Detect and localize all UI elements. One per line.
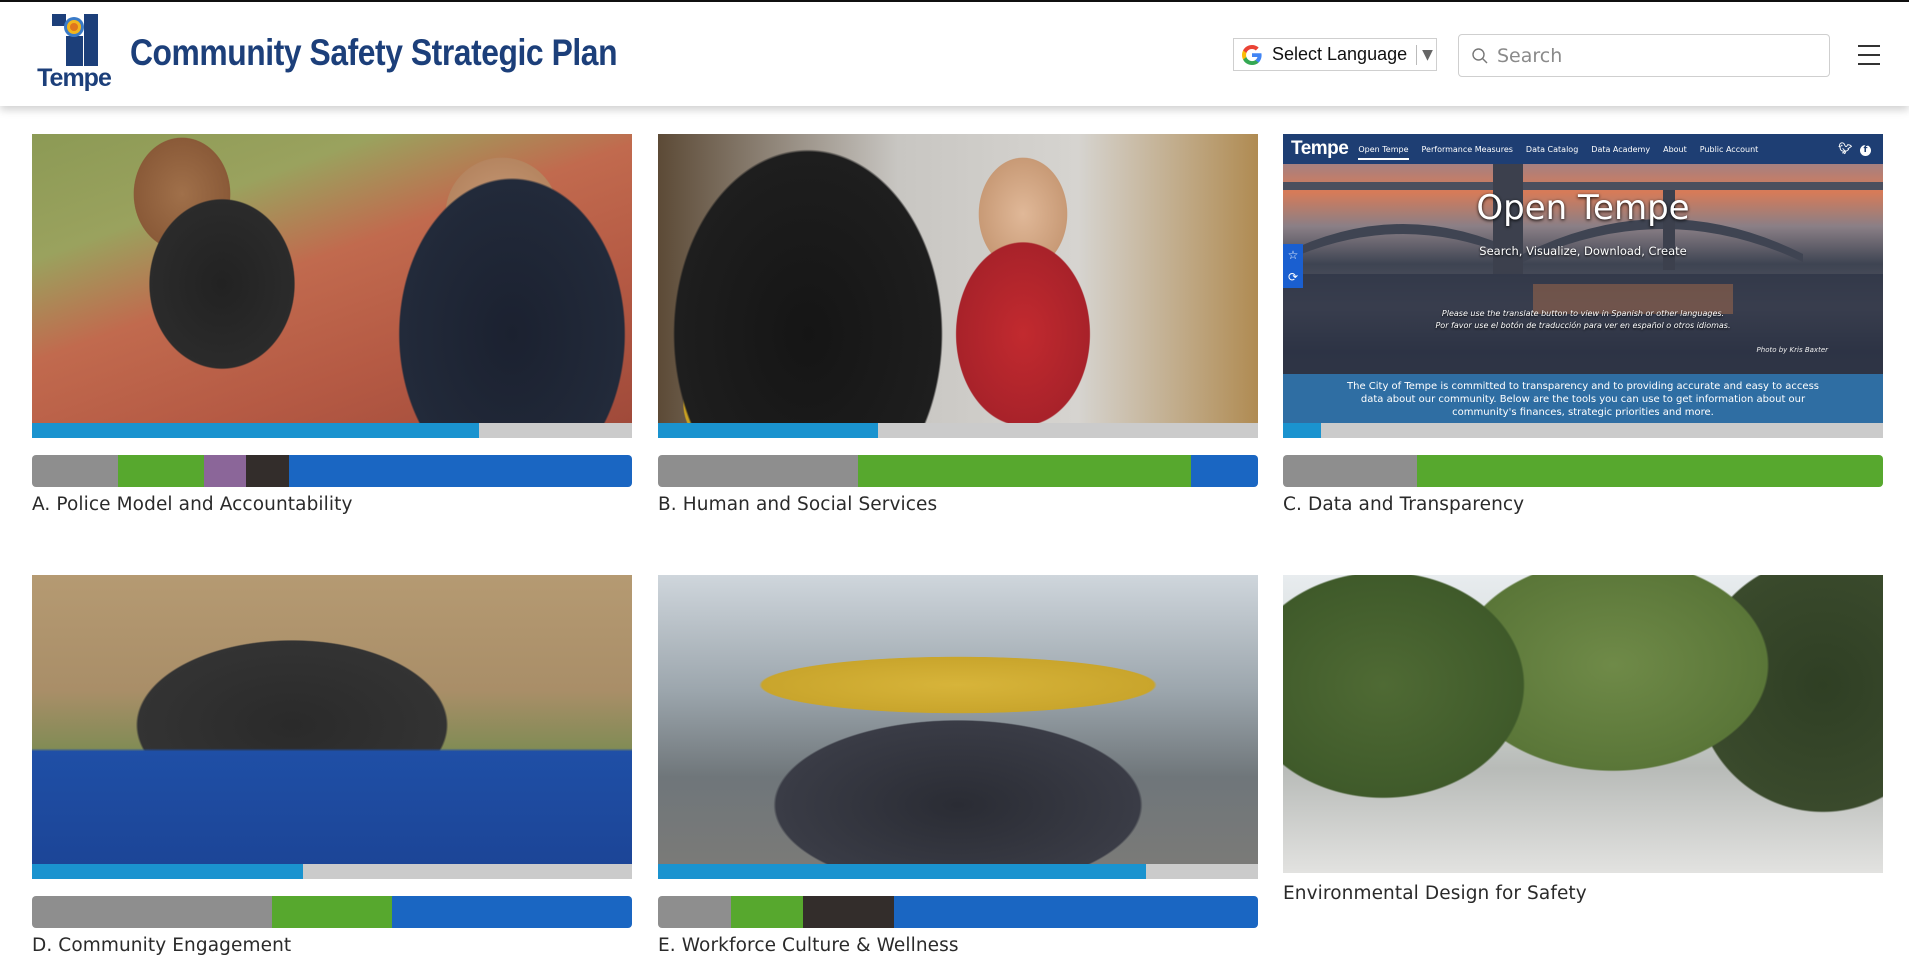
search-input[interactable] <box>1497 44 1817 67</box>
status-segment-dark <box>803 896 895 928</box>
status-segment-gray <box>32 455 118 487</box>
tempe-t-logo-icon <box>52 14 98 66</box>
logo-wordmark: Tempe <box>37 64 112 92</box>
open-tempe-nav-item: Open Tempe <box>1358 145 1409 160</box>
card-photo[interactable] <box>658 134 1258 423</box>
status-segment-dark <box>246 455 289 487</box>
hamburger-menu-icon[interactable] <box>1858 45 1880 65</box>
card-photo[interactable] <box>32 134 632 423</box>
progress-fill <box>32 864 303 879</box>
status-segment-gray <box>658 455 858 487</box>
card-photo[interactable] <box>32 575 632 864</box>
status-segment-gray <box>1283 455 1417 487</box>
photo-credit: Photo by Kris Baxter <box>1756 346 1828 354</box>
status-segment-bar <box>1283 455 1883 487</box>
search-box[interactable] <box>1458 34 1830 77</box>
status-segment-blue <box>894 896 1258 928</box>
open-tempe-navbar: Tempe Open Tempe Performance Measures Da… <box>1283 134 1883 164</box>
progress-bar <box>32 423 632 438</box>
share-icon: ⟳ <box>1287 270 1299 284</box>
page-title: Community Safety Strategic Plan <box>130 32 618 73</box>
status-segment-blue <box>1191 455 1258 487</box>
card-title[interactable]: C. Data and Transparency <box>1283 494 1524 515</box>
progress-fill <box>1283 423 1322 438</box>
card-title[interactable]: A. Police Model and Accountability <box>32 494 353 515</box>
progress-fill <box>658 423 879 438</box>
status-segment-green <box>117 455 204 487</box>
facebook-icon: f <box>1860 145 1871 156</box>
status-segment-green <box>1416 455 1883 487</box>
status-segment-bar <box>658 455 1258 487</box>
open-tempe-nav-item: Performance Measures <box>1421 144 1513 154</box>
status-segment-gray <box>32 896 272 928</box>
status-segment-blue <box>392 896 632 928</box>
language-selector-label: Select Language <box>1272 44 1408 64</box>
progress-fill <box>658 864 1146 879</box>
tempe-logo[interactable]: Tempe <box>25 14 123 96</box>
open-tempe-intro-band: The City of Tempe is committed to transp… <box>1283 374 1883 423</box>
status-segment-bar <box>32 455 632 487</box>
translate-note-english: Please use the translate button to view … <box>1441 309 1725 318</box>
open-tempe-translate-note: Please use the translate button to view … <box>1283 308 1883 332</box>
language-selector[interactable]: Select Language ▼ <box>1233 38 1437 71</box>
progress-bar <box>32 864 632 879</box>
social-icons: 🐦︎ f <box>1838 142 1871 156</box>
progress-bar <box>658 864 1258 879</box>
google-g-icon <box>1242 44 1262 65</box>
search-icon <box>1472 47 1488 63</box>
open-tempe-logo: Tempe <box>1291 138 1349 159</box>
card-photo[interactable] <box>658 575 1258 864</box>
open-tempe-subtitle: Search, Visualize, Download, Create <box>1479 244 1687 258</box>
site-header: Tempe Community Safety Strategic Plan Se… <box>0 2 1909 106</box>
open-tempe-title: Open Tempe <box>1476 188 1690 228</box>
card-title[interactable]: D. Community Engagement <box>32 935 291 956</box>
card-photo-open-tempe[interactable]: Tempe Open Tempe Performance Measures Da… <box>1283 134 1883 423</box>
status-segment-green <box>272 896 392 928</box>
chevron-down-icon: ▼ <box>1422 46 1433 63</box>
open-tempe-nav-item: About <box>1663 144 1687 154</box>
status-segment-green <box>730 896 804 928</box>
progress-fill <box>32 423 479 438</box>
card-title[interactable]: Environmental Design for Safety <box>1283 883 1587 904</box>
status-segment-purple <box>203 455 247 487</box>
card-title[interactable]: E. Workforce Culture & Wellness <box>658 935 959 956</box>
status-segment-bar <box>658 896 1258 928</box>
open-tempe-nav-item: Public Account <box>1699 144 1759 154</box>
card-title[interactable]: B. Human and Social Services <box>658 494 937 515</box>
language-selector-divider <box>1416 44 1418 65</box>
translate-note-spanish: Por favor use el botón de traducción par… <box>1435 321 1731 330</box>
open-tempe-nav-item: Data Catalog <box>1525 144 1579 154</box>
status-segment-gray <box>658 896 731 928</box>
card-photo[interactable] <box>1283 575 1883 873</box>
twitter-icon: 🐦︎ <box>1838 142 1853 155</box>
progress-bar <box>1283 423 1883 438</box>
status-segment-blue <box>288 455 632 487</box>
progress-bar <box>658 423 1258 438</box>
open-tempe-nav-item: Data Academy <box>1591 144 1651 154</box>
status-segment-green <box>857 455 1192 487</box>
status-segment-bar <box>32 896 632 928</box>
